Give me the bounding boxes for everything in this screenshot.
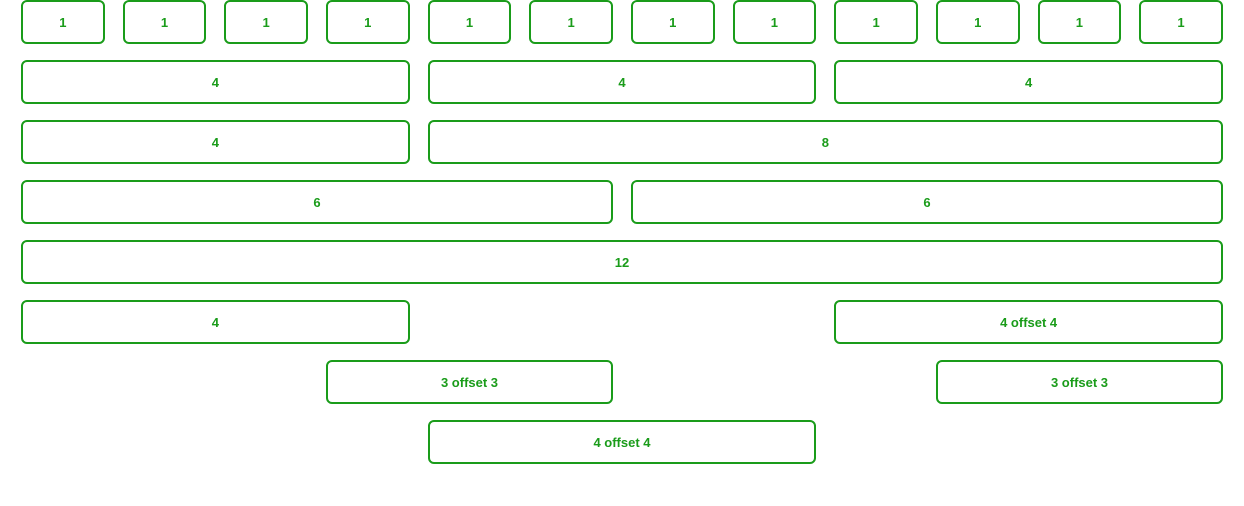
- grid-row: 12: [12, 240, 1232, 284]
- grid-cell[interactable]: 1: [224, 0, 308, 44]
- grid-column: 1: [927, 0, 1029, 44]
- grid-column: 1: [1029, 0, 1131, 44]
- grid-column: 4: [12, 120, 419, 164]
- grid-row: 3 offset 3 3 offset 3: [12, 360, 1232, 404]
- grid-cell[interactable]: 4 offset 4: [427, 420, 817, 464]
- grid-row: 4 4 4: [12, 60, 1232, 104]
- grid-cell[interactable]: 6: [631, 180, 1223, 224]
- grid-column: 4: [12, 60, 419, 104]
- grid-cell[interactable]: 4 offset 4: [834, 300, 1223, 344]
- grid-cell[interactable]: 1: [732, 0, 817, 44]
- grid-cell[interactable]: 1: [21, 0, 105, 44]
- grid-cell[interactable]: 1: [427, 0, 512, 44]
- grid-cell[interactable]: 4: [21, 300, 410, 344]
- grid-column: 12: [12, 240, 1232, 284]
- grid-column: 6: [622, 180, 1232, 224]
- grid-column: 1: [520, 0, 622, 44]
- grid-column: 1: [825, 0, 927, 44]
- grid-row: 4 offset 4: [12, 420, 1232, 464]
- grid-column: 1: [215, 0, 317, 44]
- grid-cell[interactable]: 1: [1037, 0, 1122, 44]
- grid-cell[interactable]: 1: [935, 0, 1020, 44]
- grid-column: 1: [622, 0, 724, 44]
- grid-column: 1: [419, 0, 521, 44]
- grid-cell[interactable]: 6: [21, 180, 613, 224]
- grid-cell[interactable]: 1: [834, 0, 918, 44]
- grid-row: 6 6: [12, 180, 1232, 224]
- grid-column-offset: 3 offset 3: [317, 360, 622, 404]
- grid-row: 4 8: [12, 120, 1232, 164]
- grid-row: 4 4 offset 4: [12, 300, 1232, 344]
- grid-cell[interactable]: 1: [122, 0, 207, 44]
- grid-column: 6: [12, 180, 622, 224]
- grid-cell[interactable]: 4: [834, 60, 1223, 104]
- grid-column: 4: [12, 300, 419, 344]
- grid-cell[interactable]: 12: [21, 240, 1223, 284]
- grid-cell[interactable]: 4: [427, 60, 817, 104]
- grid-column: 1: [724, 0, 826, 44]
- grid-cell[interactable]: 1: [630, 0, 715, 44]
- grid-column: 1: [114, 0, 216, 44]
- grid-column: 1: [12, 0, 114, 44]
- grid-cell[interactable]: 4: [21, 120, 410, 164]
- grid-cell[interactable]: 1: [1139, 0, 1223, 44]
- grid-row: 1 1 1 1 1 1 1 1 1 1 1 1: [12, 0, 1232, 44]
- grid-column-offset: 3 offset 3: [927, 360, 1232, 404]
- grid-column-offset: 4 offset 4: [419, 420, 826, 464]
- grid-column: 4: [825, 60, 1232, 104]
- grid-cell[interactable]: 1: [325, 0, 410, 44]
- grid-cell[interactable]: 3 offset 3: [936, 360, 1223, 404]
- grid-column: 1: [1130, 0, 1232, 44]
- grid-cell[interactable]: 3 offset 3: [326, 360, 613, 404]
- grid-column-offset: 4 offset 4: [825, 300, 1232, 344]
- grid-column: 8: [419, 120, 1232, 164]
- grid-cell[interactable]: 8: [427, 120, 1223, 164]
- grid-column: 4: [419, 60, 826, 104]
- grid-cell[interactable]: 1: [529, 0, 613, 44]
- grid-demo-container: 1 1 1 1 1 1 1 1 1 1 1 1 4 4 4 4 8 6 6 12…: [0, 0, 1244, 464]
- grid-column: 1: [317, 0, 419, 44]
- grid-cell[interactable]: 4: [21, 60, 410, 104]
